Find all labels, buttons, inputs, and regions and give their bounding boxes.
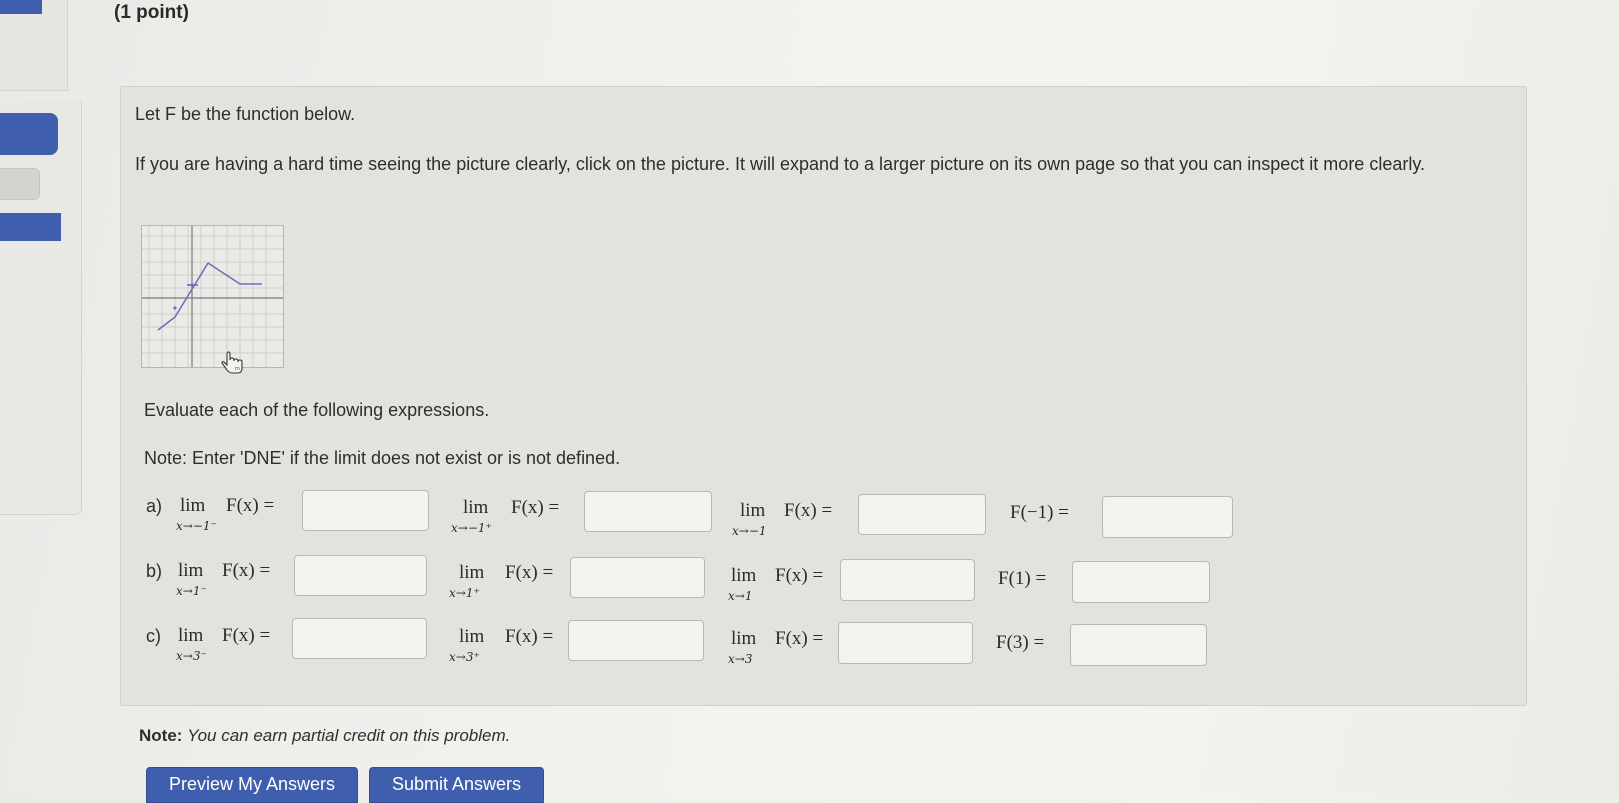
row-label-c: c)	[146, 626, 161, 646]
lim-operator: lim	[180, 495, 206, 516]
limit-function: F(x) =	[784, 500, 833, 521]
limit-function: F(x) =	[511, 497, 560, 518]
lim-operator: lim	[459, 562, 485, 583]
function-value-label: F(1) =	[998, 568, 1047, 589]
limit-approach: x→1⁻	[176, 584, 207, 598]
limit-approach: x→3	[728, 652, 753, 666]
graph-point	[190, 283, 194, 287]
answer-a3-input[interactable]	[858, 494, 986, 535]
limit-function: F(x) =	[505, 562, 554, 583]
limit-approach: x→−1	[732, 524, 767, 538]
limit-approach: x→−1⁻	[176, 519, 217, 533]
sidebar-secondary-button[interactable]	[0, 168, 40, 200]
limit-function: F(x) =	[775, 628, 824, 649]
limit-approach: x→1	[728, 589, 753, 603]
limit-function: F(x) =	[505, 626, 554, 647]
lim-operator: lim	[178, 625, 204, 646]
lim-operator: lim	[740, 500, 766, 521]
problem-points: (1 point)	[114, 2, 189, 23]
answer-b3-input[interactable]	[840, 559, 975, 601]
limit-approach: x→−1⁺	[451, 521, 492, 535]
limit-approach: x→3⁺	[449, 650, 480, 664]
graph-point	[173, 306, 177, 310]
answer-a2-input[interactable]	[584, 491, 712, 532]
function-graph-thumbnail[interactable]	[141, 225, 284, 368]
hand-pointer-cursor-icon: m	[221, 351, 243, 374]
partial-credit-text: You can earn partial credit on this prob…	[187, 726, 511, 745]
lim-operator: lim	[731, 628, 757, 649]
problem-intro: Let F be the function below.	[135, 104, 356, 124]
limit-approach: x→1⁺	[449, 586, 480, 600]
lim-operator: lim	[463, 497, 489, 518]
graph-function-curve	[157, 262, 262, 331]
evaluate-instructions: Evaluate each of the following expressio…	[144, 400, 490, 420]
answer-b4-input[interactable]	[1072, 561, 1210, 603]
answer-a4-input[interactable]	[1102, 496, 1233, 538]
lim-operator: lim	[731, 565, 757, 586]
function-value-label: F(−1) =	[1010, 502, 1069, 523]
expand-picture-note: If you are having a hard time seeing the…	[135, 154, 1425, 174]
lim-operator: lim	[178, 560, 204, 581]
lim-operator: lim	[459, 626, 485, 647]
answer-c2-input[interactable]	[568, 620, 704, 661]
dne-note: Note: Enter 'DNE' if the limit does not …	[144, 448, 621, 468]
svg-text:m: m	[235, 366, 240, 372]
limit-function: F(x) =	[775, 565, 824, 586]
answer-c1-input[interactable]	[292, 618, 427, 659]
answer-b1-input[interactable]	[294, 555, 427, 596]
graph-axes	[142, 226, 283, 367]
answer-c4-input[interactable]	[1070, 624, 1207, 666]
partial-credit-note: Note: You can earn partial credit on thi…	[139, 726, 510, 746]
limit-function: F(x) =	[226, 495, 275, 516]
limit-approach: x→3⁻	[176, 649, 207, 663]
sidebar-top-tab[interactable]	[0, 0, 42, 14]
note-label: Note:	[139, 726, 183, 745]
row-label-a: a)	[146, 496, 163, 516]
limit-function: F(x) =	[222, 625, 271, 646]
sidebar-active-item[interactable]	[0, 213, 61, 241]
graph-grid	[142, 226, 283, 367]
answer-b2-input[interactable]	[570, 557, 705, 598]
sidebar-nav-button[interactable]	[0, 113, 58, 155]
answer-c3-input[interactable]	[838, 622, 973, 664]
function-value-label: F(3) =	[996, 632, 1045, 653]
sidebar-panel	[0, 100, 82, 515]
answer-a1-input[interactable]	[302, 490, 429, 531]
row-label-b: b)	[146, 561, 163, 581]
limit-function: F(x) =	[222, 560, 271, 581]
